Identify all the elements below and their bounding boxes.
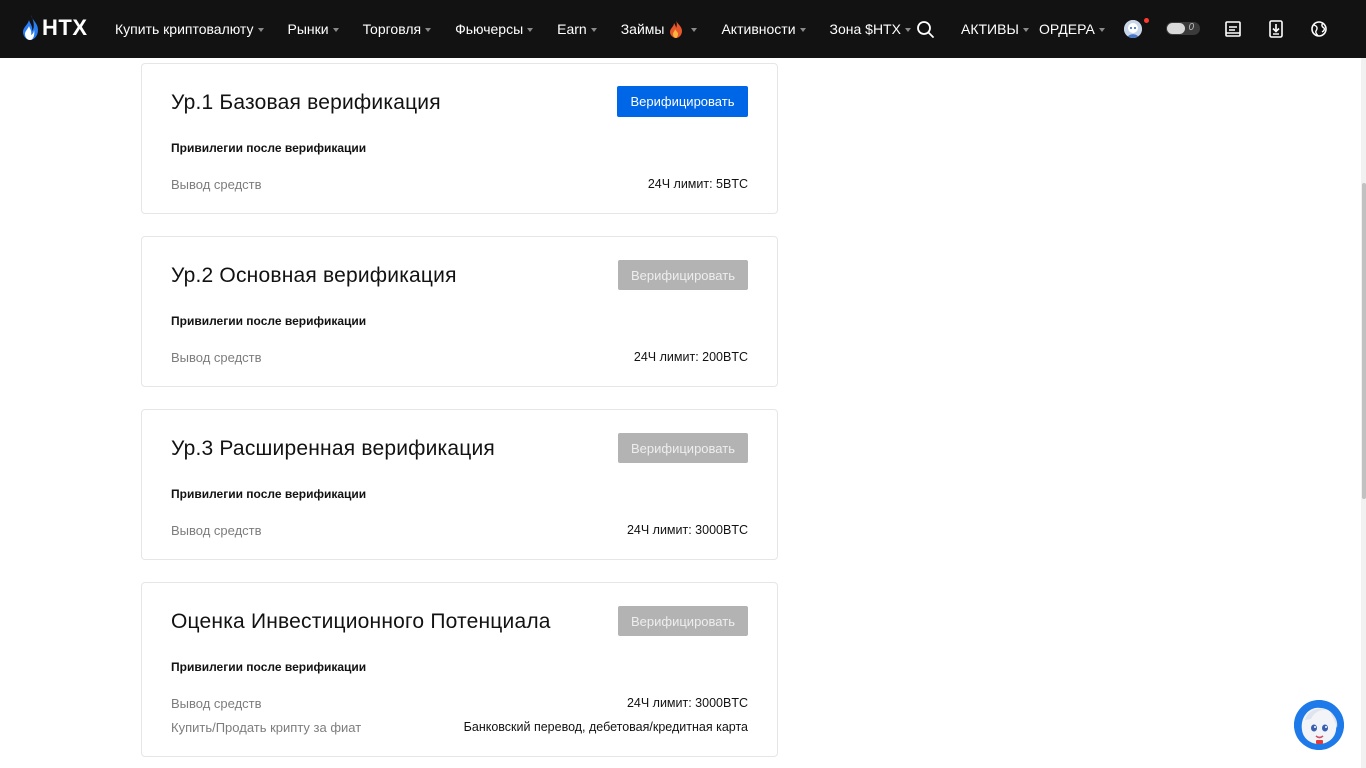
withdrawal-label: Вывод средств bbox=[171, 696, 262, 711]
caret-down-icon bbox=[904, 27, 911, 32]
menu-htx-zone[interactable]: Зона $HTX bbox=[830, 21, 911, 37]
support-bot-avatar-icon bbox=[1294, 700, 1344, 750]
menu-buy-crypto[interactable]: Купить криптовалюту bbox=[115, 21, 264, 37]
toggle-value: 0 bbox=[1188, 22, 1194, 33]
caret-down-icon bbox=[257, 27, 264, 32]
notification-dot bbox=[1144, 18, 1149, 23]
menu-label: Earn bbox=[557, 21, 587, 37]
caret-down-icon bbox=[527, 27, 534, 32]
withdrawal-limit: 24Ч лимит: 3000BTC bbox=[626, 696, 748, 710]
verify-button[interactable]: Верифицировать bbox=[617, 86, 748, 117]
card-title: Ур.1 Базовая верификация bbox=[171, 91, 441, 114]
fiat-trade-label: Купить/Продать крипту за фиат bbox=[171, 720, 362, 735]
language-globe-icon[interactable] bbox=[1309, 19, 1329, 39]
assets-menu[interactable]: АКТИВЫ bbox=[961, 0, 1029, 58]
caret-down-icon bbox=[1022, 27, 1029, 32]
card-title: Ур.2 Основная верификация bbox=[171, 264, 457, 287]
withdrawal-label: Вывод средств bbox=[171, 177, 262, 192]
htx-flame-logo-icon bbox=[23, 15, 38, 40]
menu-futures[interactable]: Фьючерсы bbox=[455, 21, 534, 37]
privileges-label: Привилегии после верификации bbox=[171, 487, 367, 501]
logo-text: HTX bbox=[42, 15, 88, 40]
fiat-payment-methods: Банковский перевод, дебетовая/кредитная … bbox=[463, 720, 748, 734]
menu-earn[interactable]: Earn bbox=[557, 21, 597, 37]
privileges-label: Привилегии после верификации bbox=[171, 660, 367, 674]
card-title: Ур.3 Расширенная верификация bbox=[171, 437, 496, 460]
menu-label: Купить криптовалюту bbox=[115, 21, 254, 37]
caret-down-icon bbox=[691, 27, 698, 32]
caret-down-icon bbox=[590, 27, 597, 32]
orders-menu[interactable]: ОРДЕРА bbox=[1039, 0, 1105, 58]
top-navbar: HTX Купить криптовалюту Рынки Торговля Ф… bbox=[0, 0, 1366, 58]
privileges-label: Привилегии после верификации bbox=[171, 141, 367, 155]
support-chat-button[interactable] bbox=[1294, 700, 1344, 750]
withdrawal-limit: 24Ч лимит: 3000BTC bbox=[626, 523, 748, 537]
withdrawal-label: Вывод средств bbox=[171, 523, 262, 538]
menu-markets[interactable]: Рынки bbox=[288, 21, 339, 37]
toggle-switch[interactable]: 0 bbox=[1166, 22, 1200, 35]
menu-label: Активности bbox=[721, 21, 796, 37]
toggle-knob bbox=[1167, 23, 1185, 34]
privileges-label: Привилегии после верификации bbox=[171, 314, 367, 328]
verification-card-level-2: Ур.2 Основная верификация Верифицировать… bbox=[141, 236, 778, 387]
verification-card-level-1: Ур.1 Базовая верификация Верифицировать … bbox=[141, 63, 778, 214]
htx-logo[interactable]: HTX bbox=[22, 14, 88, 42]
caret-down-icon bbox=[425, 27, 432, 32]
user-avatar[interactable] bbox=[1124, 20, 1142, 38]
orders-label: ОРДЕРА bbox=[1039, 21, 1095, 37]
menu-label: Рынки bbox=[287, 21, 329, 37]
search-icon[interactable] bbox=[915, 19, 935, 39]
flame-icon bbox=[670, 20, 683, 38]
page-scrollbar-thumb[interactable] bbox=[1362, 183, 1366, 499]
main-menu: Купить криптовалюту Рынки Торговля Фьюче… bbox=[115, 0, 935, 58]
menu-activities[interactable]: Активности bbox=[721, 21, 806, 37]
menu-label: Зона $HTX bbox=[829, 21, 901, 37]
menu-label: Фьючерсы bbox=[455, 21, 524, 37]
card-title: Оценка Инвестиционного Потенциала bbox=[171, 610, 551, 633]
caret-down-icon bbox=[332, 27, 339, 32]
menu-loans[interactable]: Займы bbox=[621, 20, 698, 38]
withdrawal-limit: 24Ч лимит: 200BTC bbox=[633, 350, 748, 364]
avatar-face-icon bbox=[1124, 20, 1142, 38]
verify-button[interactable]: Верифицировать bbox=[618, 606, 748, 636]
menu-label: Торговля bbox=[362, 21, 422, 37]
download-icon[interactable] bbox=[1266, 19, 1286, 39]
menu-label: Займы bbox=[620, 21, 665, 37]
verification-card-level-3: Ур.3 Расширенная верификация Верифициров… bbox=[141, 409, 778, 560]
orders-doc-icon[interactable] bbox=[1223, 19, 1243, 39]
investment-potential-card: Оценка Инвестиционного Потенциала Верифи… bbox=[141, 582, 778, 757]
assets-label: АКТИВЫ bbox=[961, 21, 1019, 37]
withdrawal-limit: 24Ч лимит: 5BTC bbox=[647, 177, 748, 191]
caret-down-icon bbox=[1098, 27, 1105, 32]
menu-trade[interactable]: Торговля bbox=[362, 21, 432, 37]
verify-button[interactable]: Верифицировать bbox=[618, 260, 748, 290]
caret-down-icon bbox=[799, 27, 806, 32]
verify-button[interactable]: Верифицировать bbox=[618, 433, 748, 463]
withdrawal-label: Вывод средств bbox=[171, 350, 262, 365]
